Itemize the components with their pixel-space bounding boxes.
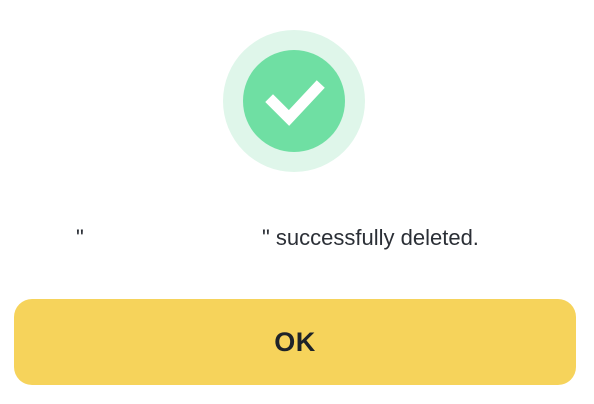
ok-button[interactable]: OK (14, 299, 576, 385)
check-icon (265, 80, 325, 126)
success-message: " " successfully deleted. (0, 222, 594, 254)
message-quote-open: " (76, 225, 84, 250)
ok-button-label: OK (274, 326, 316, 357)
success-icon-circle (243, 50, 345, 152)
delete-success-dialog: " " successfully deleted. OK (0, 0, 594, 404)
success-icon-halo (223, 30, 365, 172)
item-name-mask (90, 222, 260, 254)
message-suffix: " successfully deleted. (262, 225, 479, 250)
